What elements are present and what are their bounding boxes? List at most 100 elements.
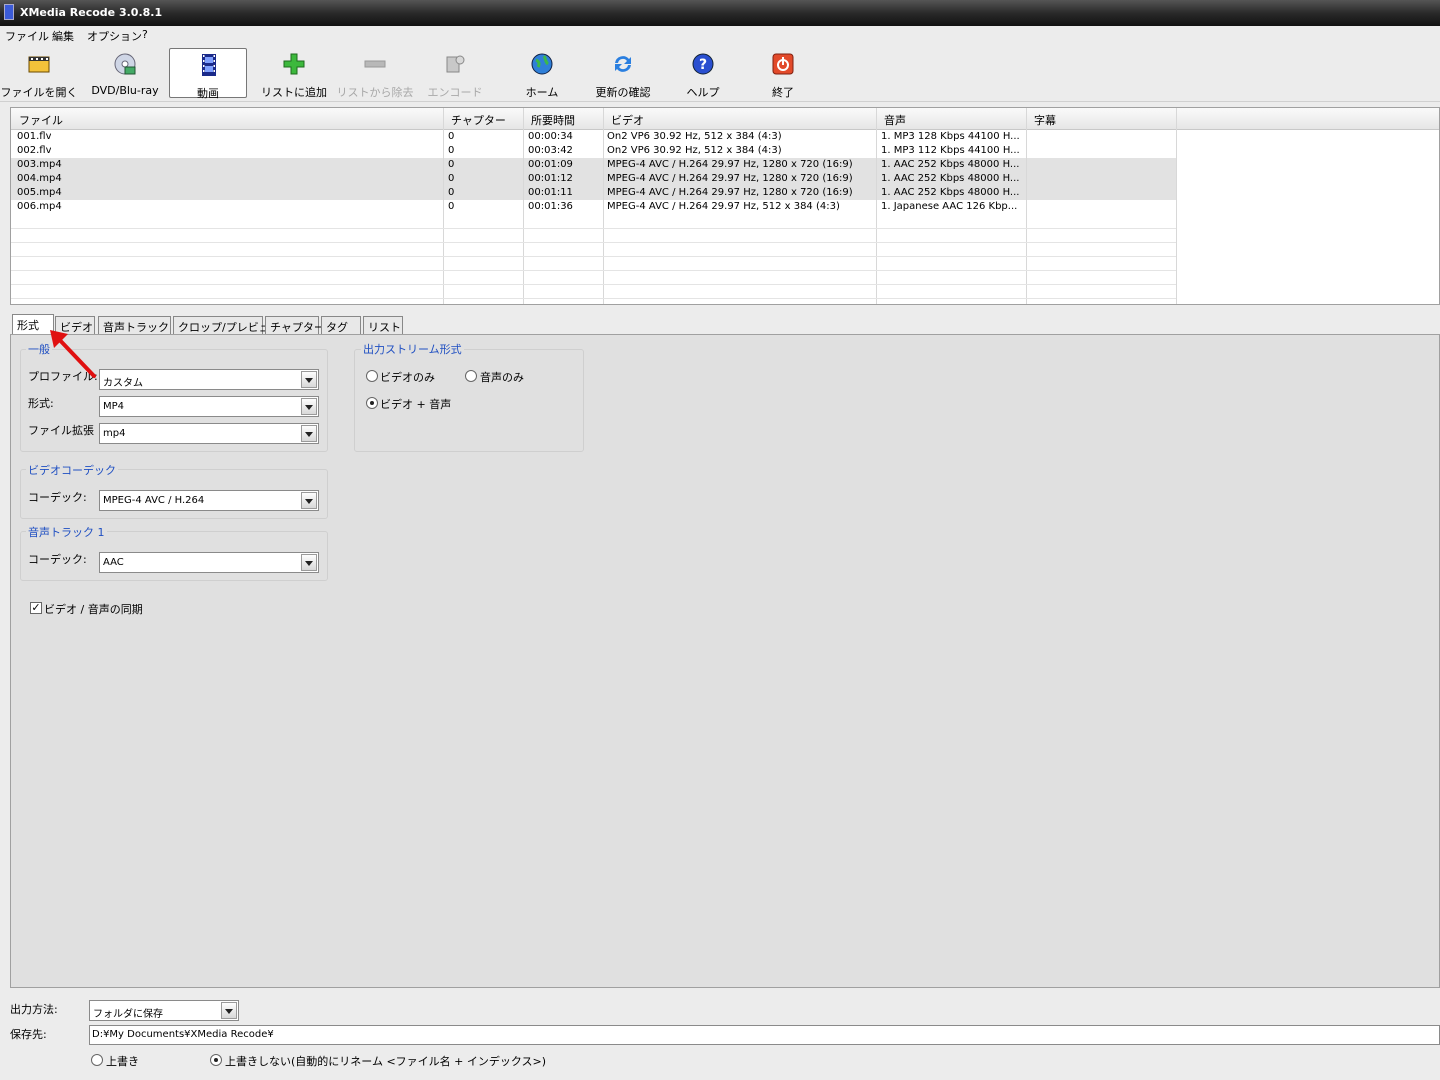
cell-duration: 00:01:09 [528, 159, 573, 170]
disc-icon [114, 53, 136, 75]
table-row[interactable]: 004.mp4 0 00:01:12 MPEG-4 AVC / H.264 29… [11, 172, 1176, 186]
chevron-down-icon[interactable] [301, 398, 317, 415]
video-only-radio[interactable] [366, 370, 378, 382]
table-row[interactable]: 005.mp4 0 00:01:11 MPEG-4 AVC / H.264 29… [11, 186, 1176, 200]
cell-file: 002.flv [17, 145, 52, 156]
column-divider [603, 108, 604, 304]
table-row[interactable]: 002.flv 0 00:03:42 On2 VP6 30.92 Hz, 512… [11, 144, 1176, 158]
column-divider [443, 108, 444, 304]
chevron-down-icon[interactable] [221, 1002, 237, 1019]
exit-label: 終了 [772, 86, 794, 99]
menu-edit[interactable]: 編集 [52, 28, 74, 44]
file-list-table[interactable]: ファイル チャプター 所要時間 ビデオ 音声 字幕 001.flv 0 00:0… [10, 107, 1440, 305]
cell-chapters: 0 [448, 145, 455, 156]
format-label: 形式: [28, 397, 54, 410]
video-button[interactable]: 動画 [169, 48, 247, 100]
cell-video: On2 VP6 30.92 Hz, 512 x 384 (4:3) [607, 145, 782, 156]
tab-list-label: リスト [368, 321, 401, 334]
output-method-value: フォルダに保存 [93, 1009, 163, 1020]
remove-from-list-button[interactable]: リストから除去 [336, 48, 414, 99]
cell-audio: 1. AAC 252 Kbps 48000 H... [881, 159, 1020, 170]
video-label: 動画 [197, 87, 219, 100]
audio-codec-value: AAC [103, 557, 124, 568]
cell-chapters: 0 [448, 131, 455, 142]
svg-text:?: ? [699, 57, 707, 73]
help-button[interactable]: ? ヘルプ [664, 48, 742, 99]
column-video[interactable]: ビデオ [611, 112, 644, 128]
home-label: ホーム [525, 86, 559, 99]
video-codec-select[interactable]: MPEG-4 AVC / H.264 [99, 490, 319, 511]
open-file-button[interactable]: ファイルを開く [0, 48, 78, 99]
column-audio[interactable]: 音声 [884, 112, 906, 128]
cell-video: MPEG-4 AVC / H.264 29.97 Hz, 1280 x 720 … [607, 187, 853, 198]
cell-file: 005.mp4 [17, 187, 62, 198]
cell-duration: 00:01:11 [528, 187, 573, 198]
tab-chapters[interactable]: チャプター [265, 316, 325, 334]
tab-chapters-label: チャプター [270, 321, 325, 334]
dvd-bluray-label: DVD/Blu-ray [91, 84, 159, 97]
extension-select[interactable]: mp4 [99, 423, 319, 444]
no-overwrite-radio[interactable] [210, 1054, 222, 1066]
table-row[interactable]: 001.flv 0 00:00:34 On2 VP6 30.92 Hz, 512… [11, 130, 1176, 144]
tab-list[interactable]: リスト [363, 316, 403, 334]
plus-icon [283, 53, 305, 75]
encode-button[interactable]: エンコード [416, 48, 494, 99]
video-codec-group-title: ビデオコーデック [26, 462, 118, 478]
cell-audio: 1. MP3 112 Kbps 44100 H... [881, 145, 1020, 156]
row-divider [11, 284, 1176, 285]
app-icon [4, 4, 14, 20]
video-audio-radio[interactable] [366, 397, 378, 409]
chevron-down-icon[interactable] [301, 554, 317, 571]
column-divider [1176, 108, 1177, 304]
annotation-arrow-icon [50, 330, 96, 378]
chevron-down-icon[interactable] [301, 425, 317, 442]
menu-file[interactable]: ファイル [5, 28, 49, 44]
table-row[interactable]: 006.mp4 0 00:01:36 MPEG-4 AVC / H.264 29… [11, 200, 1176, 214]
profile-select[interactable]: カスタム [99, 369, 319, 390]
power-icon [772, 53, 794, 75]
overwrite-label: 上書き [106, 1055, 139, 1068]
exit-button[interactable]: 終了 [744, 48, 822, 99]
cell-file: 006.mp4 [17, 201, 62, 212]
no-overwrite-label: 上書きしない(自動的にリネーム <ファイル名 + インデックス>) [225, 1055, 547, 1068]
chevron-down-icon[interactable] [301, 492, 317, 509]
cell-audio: 1. AAC 252 Kbps 48000 H... [881, 187, 1020, 198]
encode-icon [446, 55, 465, 73]
menu-help[interactable]: ? [142, 28, 148, 41]
cell-duration: 00:01:36 [528, 201, 573, 212]
home-button[interactable]: ホーム [503, 48, 581, 99]
column-duration[interactable]: 所要時間 [531, 112, 575, 128]
column-chapters[interactable]: チャプター [451, 112, 506, 128]
video-audio-label: ビデオ + 音声 [380, 398, 452, 411]
cell-chapters: 0 [448, 187, 455, 198]
sync-label: ビデオ / 音声の同期 [44, 603, 143, 616]
column-file[interactable]: ファイル [19, 112, 63, 128]
column-divider [1026, 108, 1027, 304]
audio-track-group-title: 音声トラック 1 [26, 524, 107, 540]
extension-label: ファイル拡張 [28, 424, 94, 437]
tab-format-label: 形式 [17, 319, 39, 332]
tab-crop-preview[interactable]: クロップ/プレビュー [173, 316, 281, 334]
table-row[interactable]: 003.mp4 0 00:01:09 MPEG-4 AVC / H.264 29… [11, 158, 1176, 172]
cell-chapters: 0 [448, 159, 455, 170]
title-bar: XMedia Recode 3.0.8.1 [0, 0, 1440, 26]
chevron-down-icon[interactable] [301, 371, 317, 388]
overwrite-radio[interactable] [91, 1054, 103, 1066]
audio-only-radio[interactable] [465, 370, 477, 382]
format-select[interactable]: MP4 [99, 396, 319, 417]
audio-codec-label: コーデック: [28, 553, 87, 566]
audio-codec-select[interactable]: AAC [99, 552, 319, 573]
output-method-select[interactable]: フォルダに保存 [89, 1000, 239, 1021]
menu-options[interactable]: オプション [87, 28, 142, 44]
cell-file: 001.flv [17, 131, 52, 142]
check-updates-label: 更新の確認 [595, 86, 651, 99]
tab-tags[interactable]: タグ [321, 316, 361, 334]
column-subtitle[interactable]: 字幕 [1034, 112, 1056, 128]
check-updates-button[interactable]: 更新の確認 [584, 48, 662, 99]
destination-field[interactable]: D:¥My Documents¥XMedia Recode¥ [89, 1025, 1440, 1045]
open-file-icon [28, 56, 50, 73]
sync-checkbox[interactable]: ✓ [30, 602, 42, 614]
add-to-list-button[interactable]: リストに追加 [255, 48, 333, 99]
cell-video: On2 VP6 30.92 Hz, 512 x 384 (4:3) [607, 131, 782, 142]
dvd-bluray-button[interactable]: DVD/Blu-ray [86, 48, 164, 98]
